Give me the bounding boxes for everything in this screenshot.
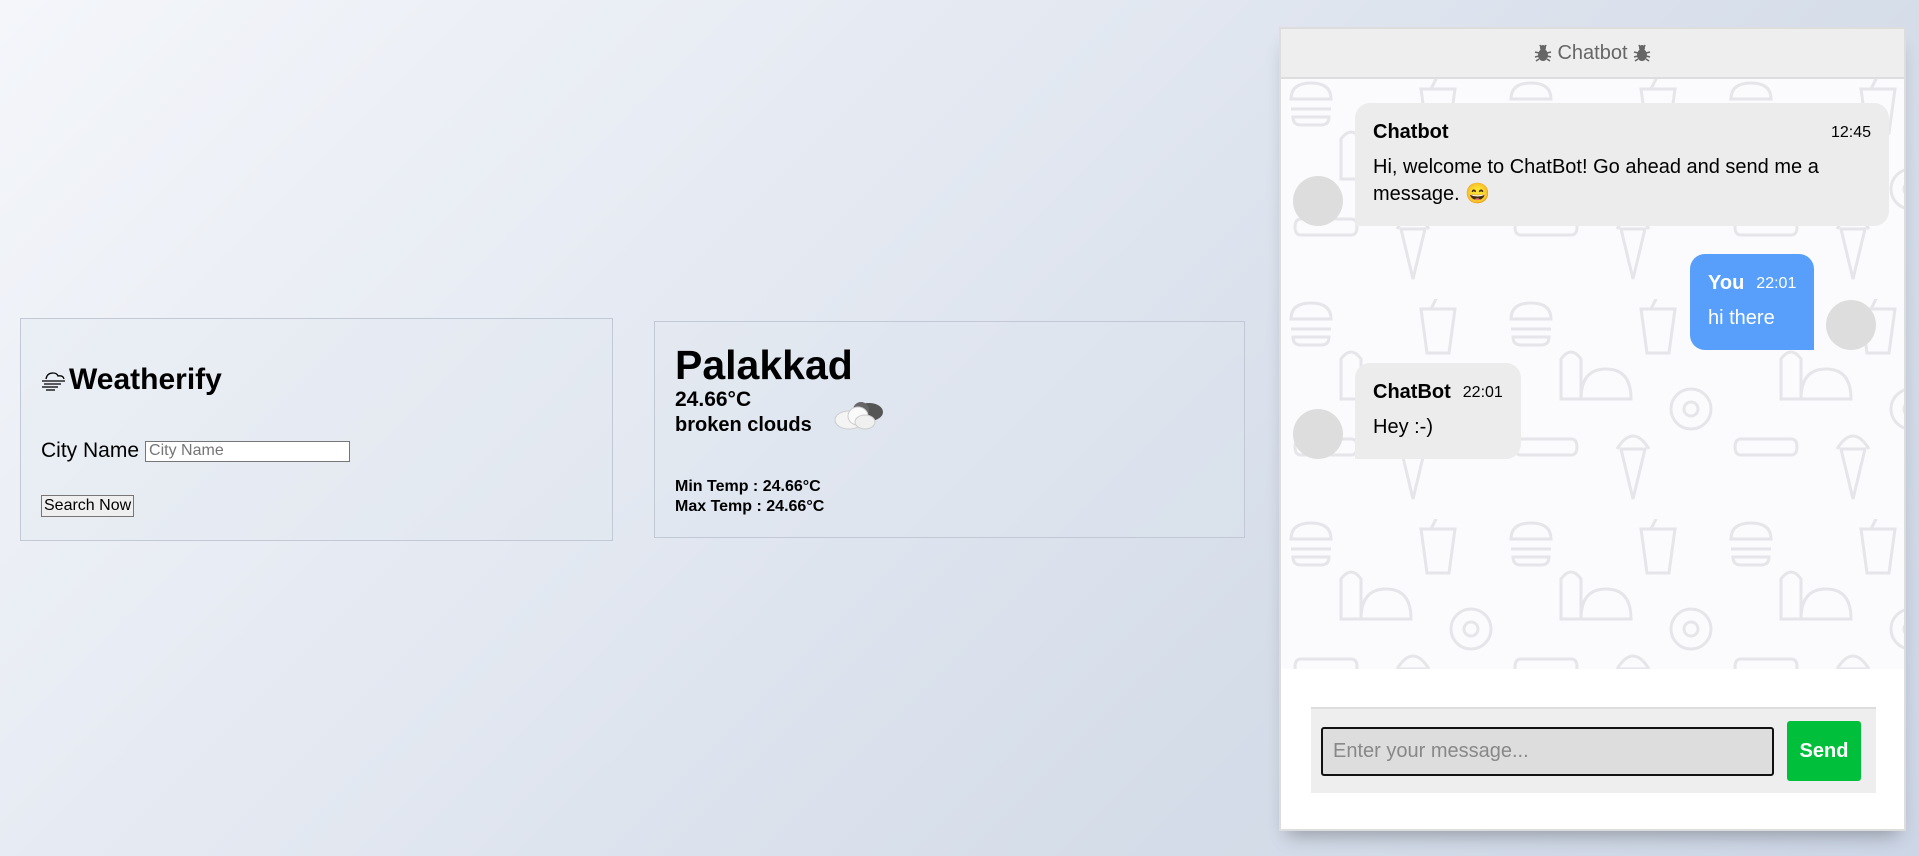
max-temp: Max Temp : 24.66°C (675, 498, 825, 515)
message-text: Hi, welcome to ChatBot! Go ahead and sen… (1373, 156, 1819, 205)
city-row: City Name (41, 439, 351, 463)
min-temp: Min Temp : 24.66°C (675, 478, 821, 495)
chat-title: Chatbot (1557, 41, 1628, 64)
message-text: hi there (1708, 307, 1775, 329)
city-input[interactable] (145, 440, 351, 462)
message-bubble: You 22:01 hi there (1690, 254, 1815, 350)
message-time: 22:01 (1462, 383, 1503, 401)
message-sender: You (1708, 272, 1745, 294)
avatar (1826, 300, 1877, 350)
wind-icon (42, 372, 65, 391)
city-label: City Name (41, 439, 140, 462)
message-text: Hey :-) (1373, 416, 1433, 438)
chatbot-window: Chatbot Chatbot 12:45 Hi, welcome to Cha… (1279, 27, 1906, 831)
avatar (1293, 409, 1343, 459)
avatar (1293, 176, 1343, 226)
bug-icon (1533, 43, 1553, 63)
app-title-text: Weatherify (69, 363, 222, 396)
message-input-area: Send (1311, 707, 1876, 793)
result-temperature: 24.66°C (675, 388, 752, 411)
chat-message: You 22:01 hi there (1690, 254, 1877, 350)
message-time: 12:45 (1830, 123, 1871, 141)
result-city: Palakkad (675, 342, 853, 388)
weather-search-card: Weatherify City Name Search Now (20, 318, 613, 541)
message-bubble: Chatbot 12:45 Hi, welcome to ChatBot! Go… (1355, 103, 1889, 226)
chat-message: Chatbot 12:45 Hi, welcome to ChatBot! Go… (1293, 103, 1889, 226)
app-title: Weatherify (41, 363, 222, 397)
chat-header: Chatbot (1281, 29, 1904, 79)
message-sender: ChatBot (1373, 381, 1451, 403)
bug-icon (1632, 43, 1652, 63)
chat-message: ChatBot 22:01 Hey :-) (1293, 363, 1521, 459)
message-sender: Chatbot (1373, 121, 1449, 143)
broken-clouds-icon (831, 396, 889, 443)
search-now-button[interactable]: Search Now (41, 495, 135, 517)
message-bubble: ChatBot 22:01 Hey :-) (1355, 363, 1521, 459)
weather-result-card: Palakkad 24.66°C broken clouds Min Temp … (654, 321, 1245, 538)
send-button[interactable]: Send (1787, 721, 1861, 781)
result-description: broken clouds (675, 414, 812, 436)
chat-messages-area[interactable]: Chatbot 12:45 Hi, welcome to ChatBot! Go… (1281, 79, 1904, 669)
message-input[interactable] (1321, 726, 1774, 776)
message-time: 22:01 (1756, 274, 1797, 292)
